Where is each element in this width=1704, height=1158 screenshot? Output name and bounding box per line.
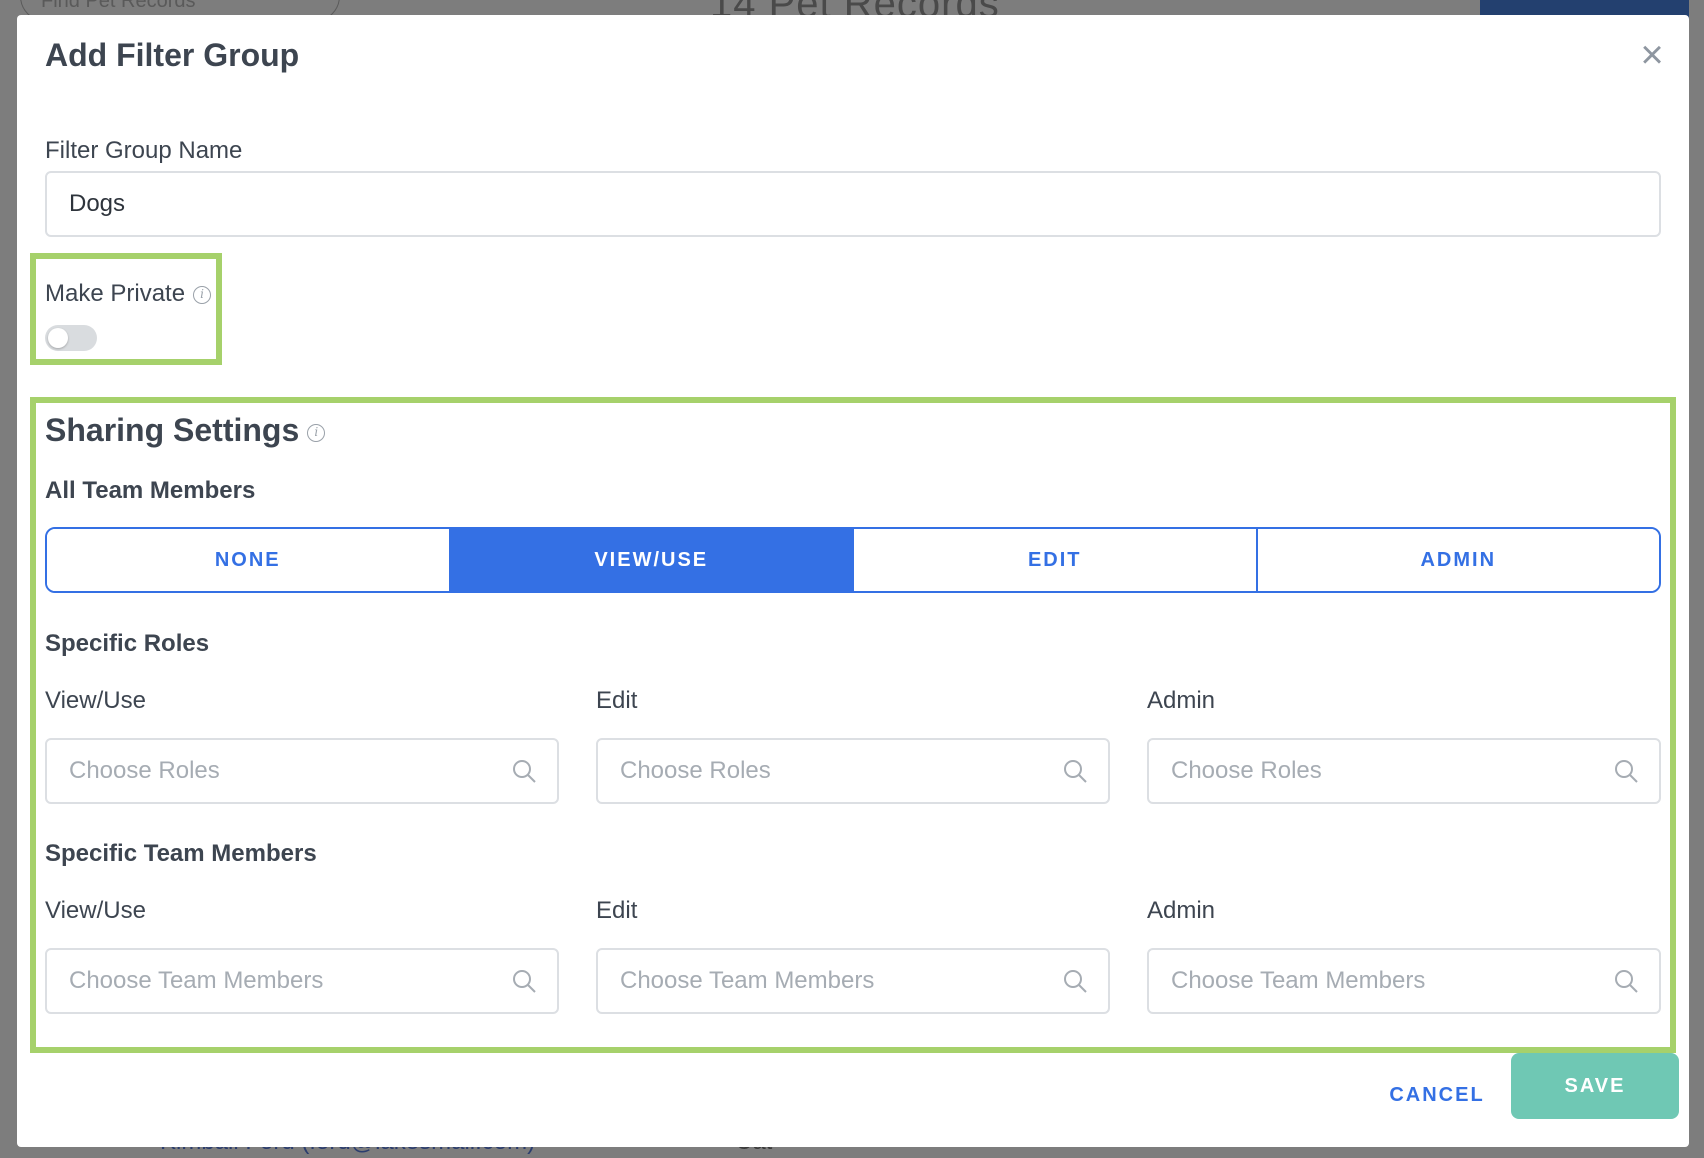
roles-edit-picker[interactable]: Choose Roles bbox=[596, 738, 1110, 804]
add-filter-group-modal: Add Filter Group × Filter Group Name Mak… bbox=[17, 15, 1689, 1147]
members-edit-picker[interactable]: Choose Team Members bbox=[596, 948, 1110, 1014]
info-icon[interactable]: i bbox=[193, 285, 212, 304]
members-view-use-label: View/Use bbox=[45, 897, 146, 924]
cancel-button[interactable]: CANCEL bbox=[1367, 1070, 1507, 1120]
make-private-toggle[interactable] bbox=[45, 325, 97, 351]
members-edit-label: Edit bbox=[596, 897, 638, 924]
roles-admin-label: Admin bbox=[1147, 687, 1216, 714]
close-icon[interactable]: × bbox=[1634, 35, 1670, 75]
permission-admin-button[interactable]: ADMIN bbox=[1257, 529, 1659, 591]
filter-group-name-label: Filter Group Name bbox=[45, 137, 243, 164]
make-private-row: Make Private i bbox=[45, 280, 212, 308]
search-icon bbox=[1064, 970, 1087, 993]
search-icon bbox=[1615, 970, 1638, 993]
info-icon[interactable]: i bbox=[307, 423, 326, 442]
sharing-settings-label: Sharing Settings bbox=[45, 412, 300, 448]
picker-placeholder: Choose Roles bbox=[69, 757, 220, 784]
members-admin-label: Admin bbox=[1147, 897, 1216, 924]
all-team-members-label: All Team Members bbox=[45, 477, 256, 504]
picker-placeholder: Choose Team Members bbox=[69, 967, 324, 994]
permission-edit-button[interactable]: EDIT bbox=[854, 529, 1258, 591]
search-icon bbox=[513, 970, 536, 993]
background-strip bbox=[1689, 0, 1704, 1158]
make-private-label: Make Private bbox=[45, 280, 186, 307]
sharing-settings-title: Sharing Settings i bbox=[45, 412, 326, 449]
search-icon bbox=[513, 760, 536, 783]
picker-placeholder: Choose Team Members bbox=[1171, 967, 1426, 994]
filter-group-name-input[interactable] bbox=[45, 171, 1661, 237]
search-icon bbox=[1064, 760, 1087, 783]
members-admin-picker[interactable]: Choose Team Members bbox=[1147, 948, 1661, 1014]
permission-view-use-button[interactable]: VIEW/USE bbox=[450, 529, 854, 591]
roles-view-use-label: View/Use bbox=[45, 687, 146, 714]
permission-none-button[interactable]: NONE bbox=[47, 529, 451, 591]
roles-view-use-picker[interactable]: Choose Roles bbox=[45, 738, 559, 804]
roles-admin-picker[interactable]: Choose Roles bbox=[1147, 738, 1661, 804]
picker-placeholder: Choose Team Members bbox=[620, 967, 875, 994]
picker-placeholder: Choose Roles bbox=[1171, 757, 1322, 784]
members-view-use-picker[interactable]: Choose Team Members bbox=[45, 948, 559, 1014]
toggle-knob bbox=[48, 328, 68, 348]
permission-segmented-control: NONE VIEW/USE EDIT ADMIN bbox=[45, 527, 1661, 593]
picker-placeholder: Choose Roles bbox=[620, 757, 771, 784]
specific-team-members-label: Specific Team Members bbox=[45, 840, 317, 867]
roles-edit-label: Edit bbox=[596, 687, 638, 714]
search-icon bbox=[1615, 760, 1638, 783]
modal-title: Add Filter Group bbox=[45, 37, 300, 73]
save-button[interactable]: SAVE bbox=[1511, 1053, 1679, 1119]
specific-roles-label: Specific Roles bbox=[45, 630, 210, 657]
